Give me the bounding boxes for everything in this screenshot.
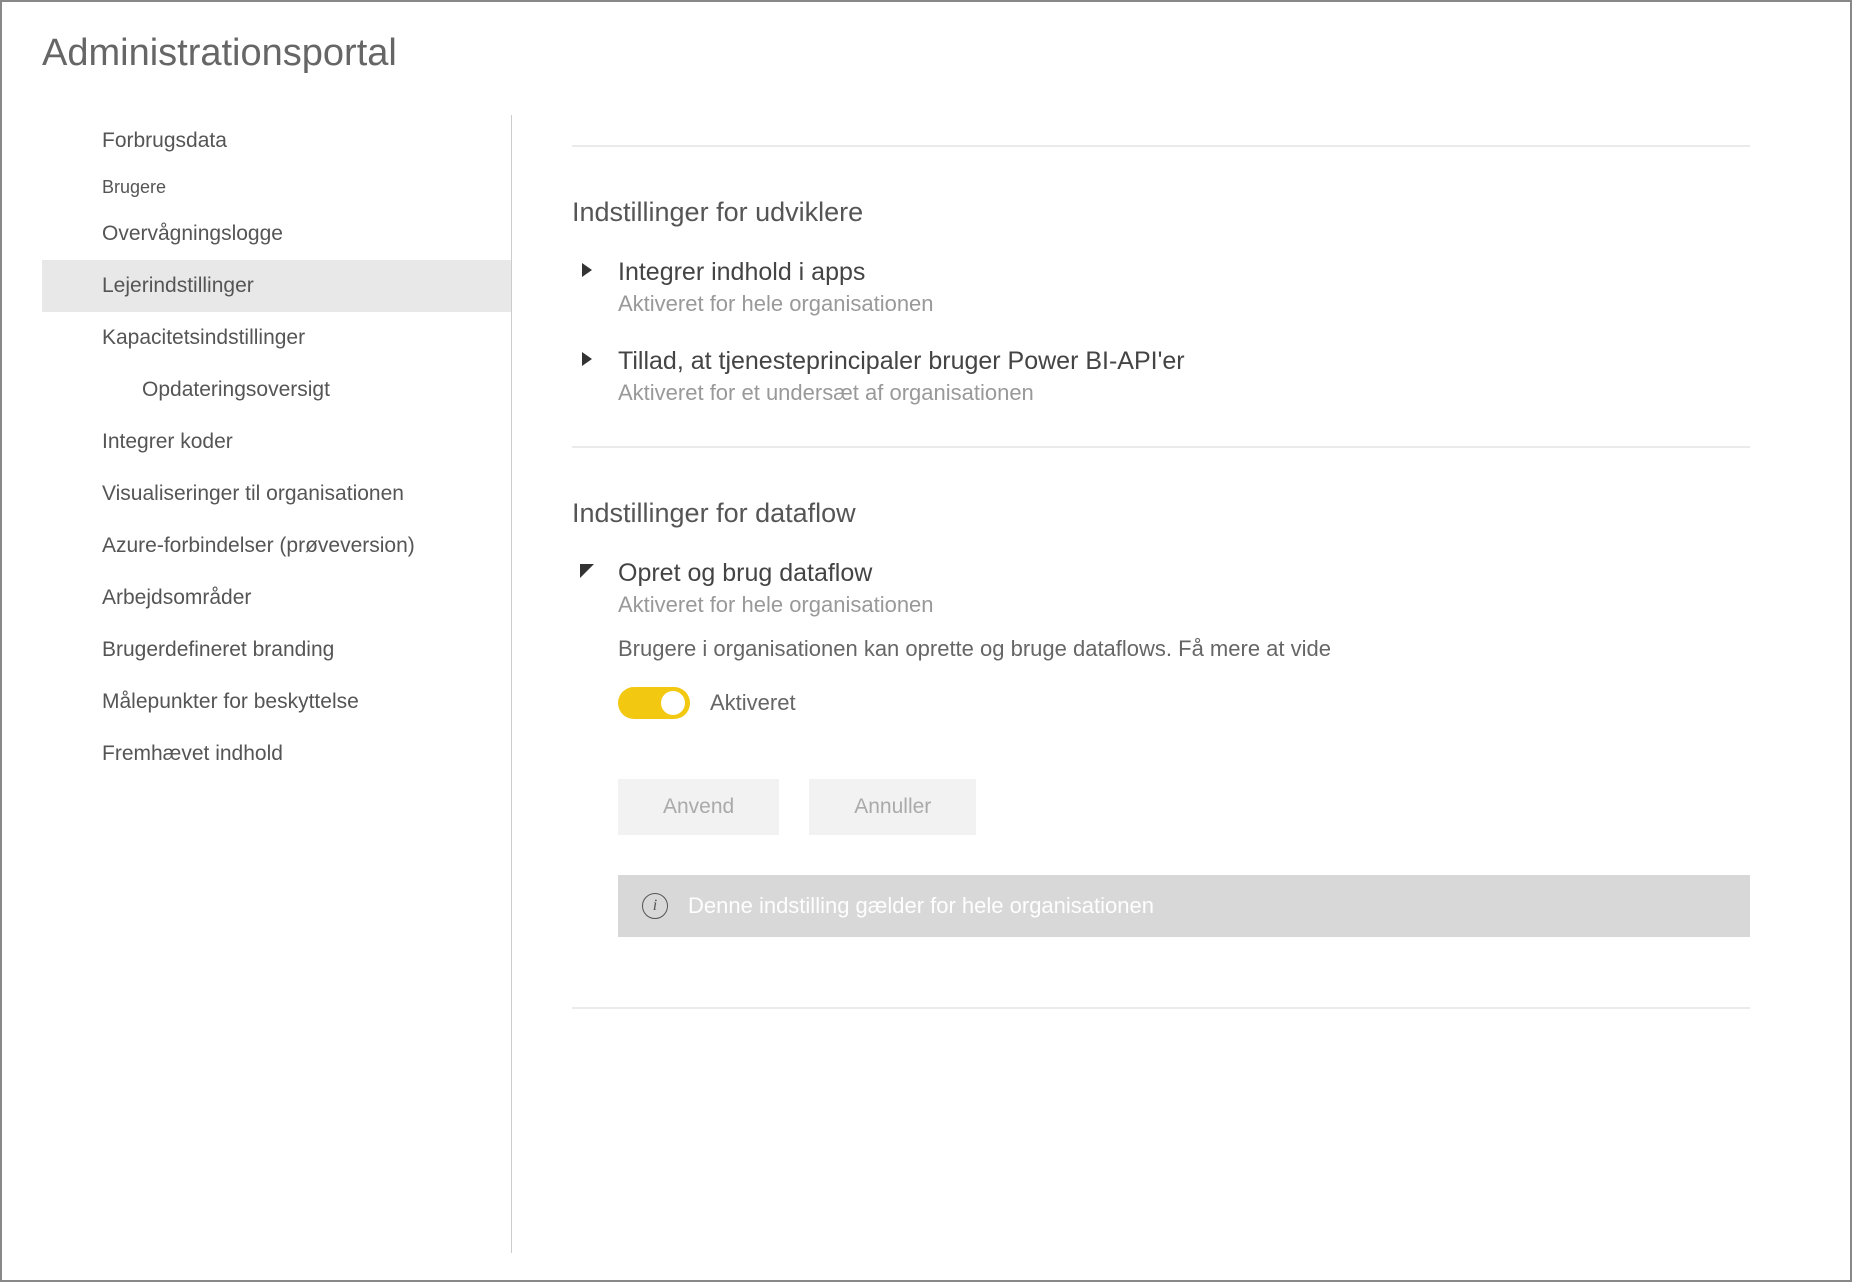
dataflow-toggle[interactable] [618,687,690,719]
sidebar-item-featured-content[interactable]: Fremhævet indhold [42,728,511,780]
page-title: Administrationsportal [42,32,1810,75]
developer-settings-heading: Indstillinger for udviklere [572,197,1750,228]
toggle-label: Aktiveret [710,690,796,716]
sidebar-item-users[interactable]: Brugere [42,167,511,208]
cancel-button[interactable]: Annuller [809,779,976,835]
sidebar-item-protection-metrics[interactable]: Målepunkter for beskyttelse [42,676,511,728]
setting-title: Opret og brug dataflow [618,559,1750,588]
dataflow-settings-heading: Indstillinger for dataflow [572,498,1750,529]
chevron-right-icon [580,352,600,372]
sidebar-item-refresh-summary[interactable]: Opdateringsoversigt [42,364,511,416]
sidebar-item-usage-data[interactable]: Forbrugsdata [42,115,511,167]
info-banner: i Denne indstilling gælder for hele orga… [618,875,1750,937]
chevron-right-icon [580,263,600,283]
apply-button[interactable]: Anvend [618,779,779,835]
sidebar-item-org-visuals[interactable]: Visualiseringer til organisationen [42,468,511,520]
setting-title: Integrer indhold i apps [618,258,1750,287]
info-icon: i [642,893,668,919]
setting-status: Aktiveret for et undersæt af organisatio… [618,380,1750,406]
setting-description: Brugere i organisationen kan oprette og … [618,636,1750,662]
section-divider [572,446,1750,448]
sidebar-item-tenant-settings[interactable]: Lejerindstillinger [42,260,511,312]
sidebar: Forbrugsdata Brugere Overvågningslogge L… [42,115,512,1253]
sidebar-item-audit-logs[interactable]: Overvågningslogge [42,208,511,260]
sidebar-item-custom-branding[interactable]: Brugerdefineret branding [42,624,511,676]
info-text: Denne indstilling gælder for hele organi… [688,893,1154,919]
section-divider [572,1007,1750,1009]
sidebar-item-azure-connections[interactable]: Azure-forbindelser (prøveversion) [42,520,511,572]
setting-status: Aktiveret for hele organisationen [618,592,1750,618]
setting-create-dataflow[interactable]: Opret og brug dataflow Aktiveret for hel… [580,559,1750,967]
setting-embed-content[interactable]: Integrer indhold i apps Aktiveret for he… [580,258,1750,317]
setting-service-principals[interactable]: Tillad, at tjenesteprincipaler bruger Po… [580,347,1750,406]
main-content: Indstillinger for udviklere Integrer ind… [512,115,1810,1253]
sidebar-item-embed-codes[interactable]: Integrer koder [42,416,511,468]
sidebar-item-workspaces[interactable]: Arbejdsområder [42,572,511,624]
section-divider [572,145,1750,147]
setting-title: Tillad, at tjenesteprincipaler bruger Po… [618,347,1750,376]
toggle-knob [661,691,685,715]
setting-status: Aktiveret for hele organisationen [618,291,1750,317]
sidebar-item-capacity-settings[interactable]: Kapacitetsindstillinger [42,312,511,364]
chevron-down-icon [580,564,600,584]
